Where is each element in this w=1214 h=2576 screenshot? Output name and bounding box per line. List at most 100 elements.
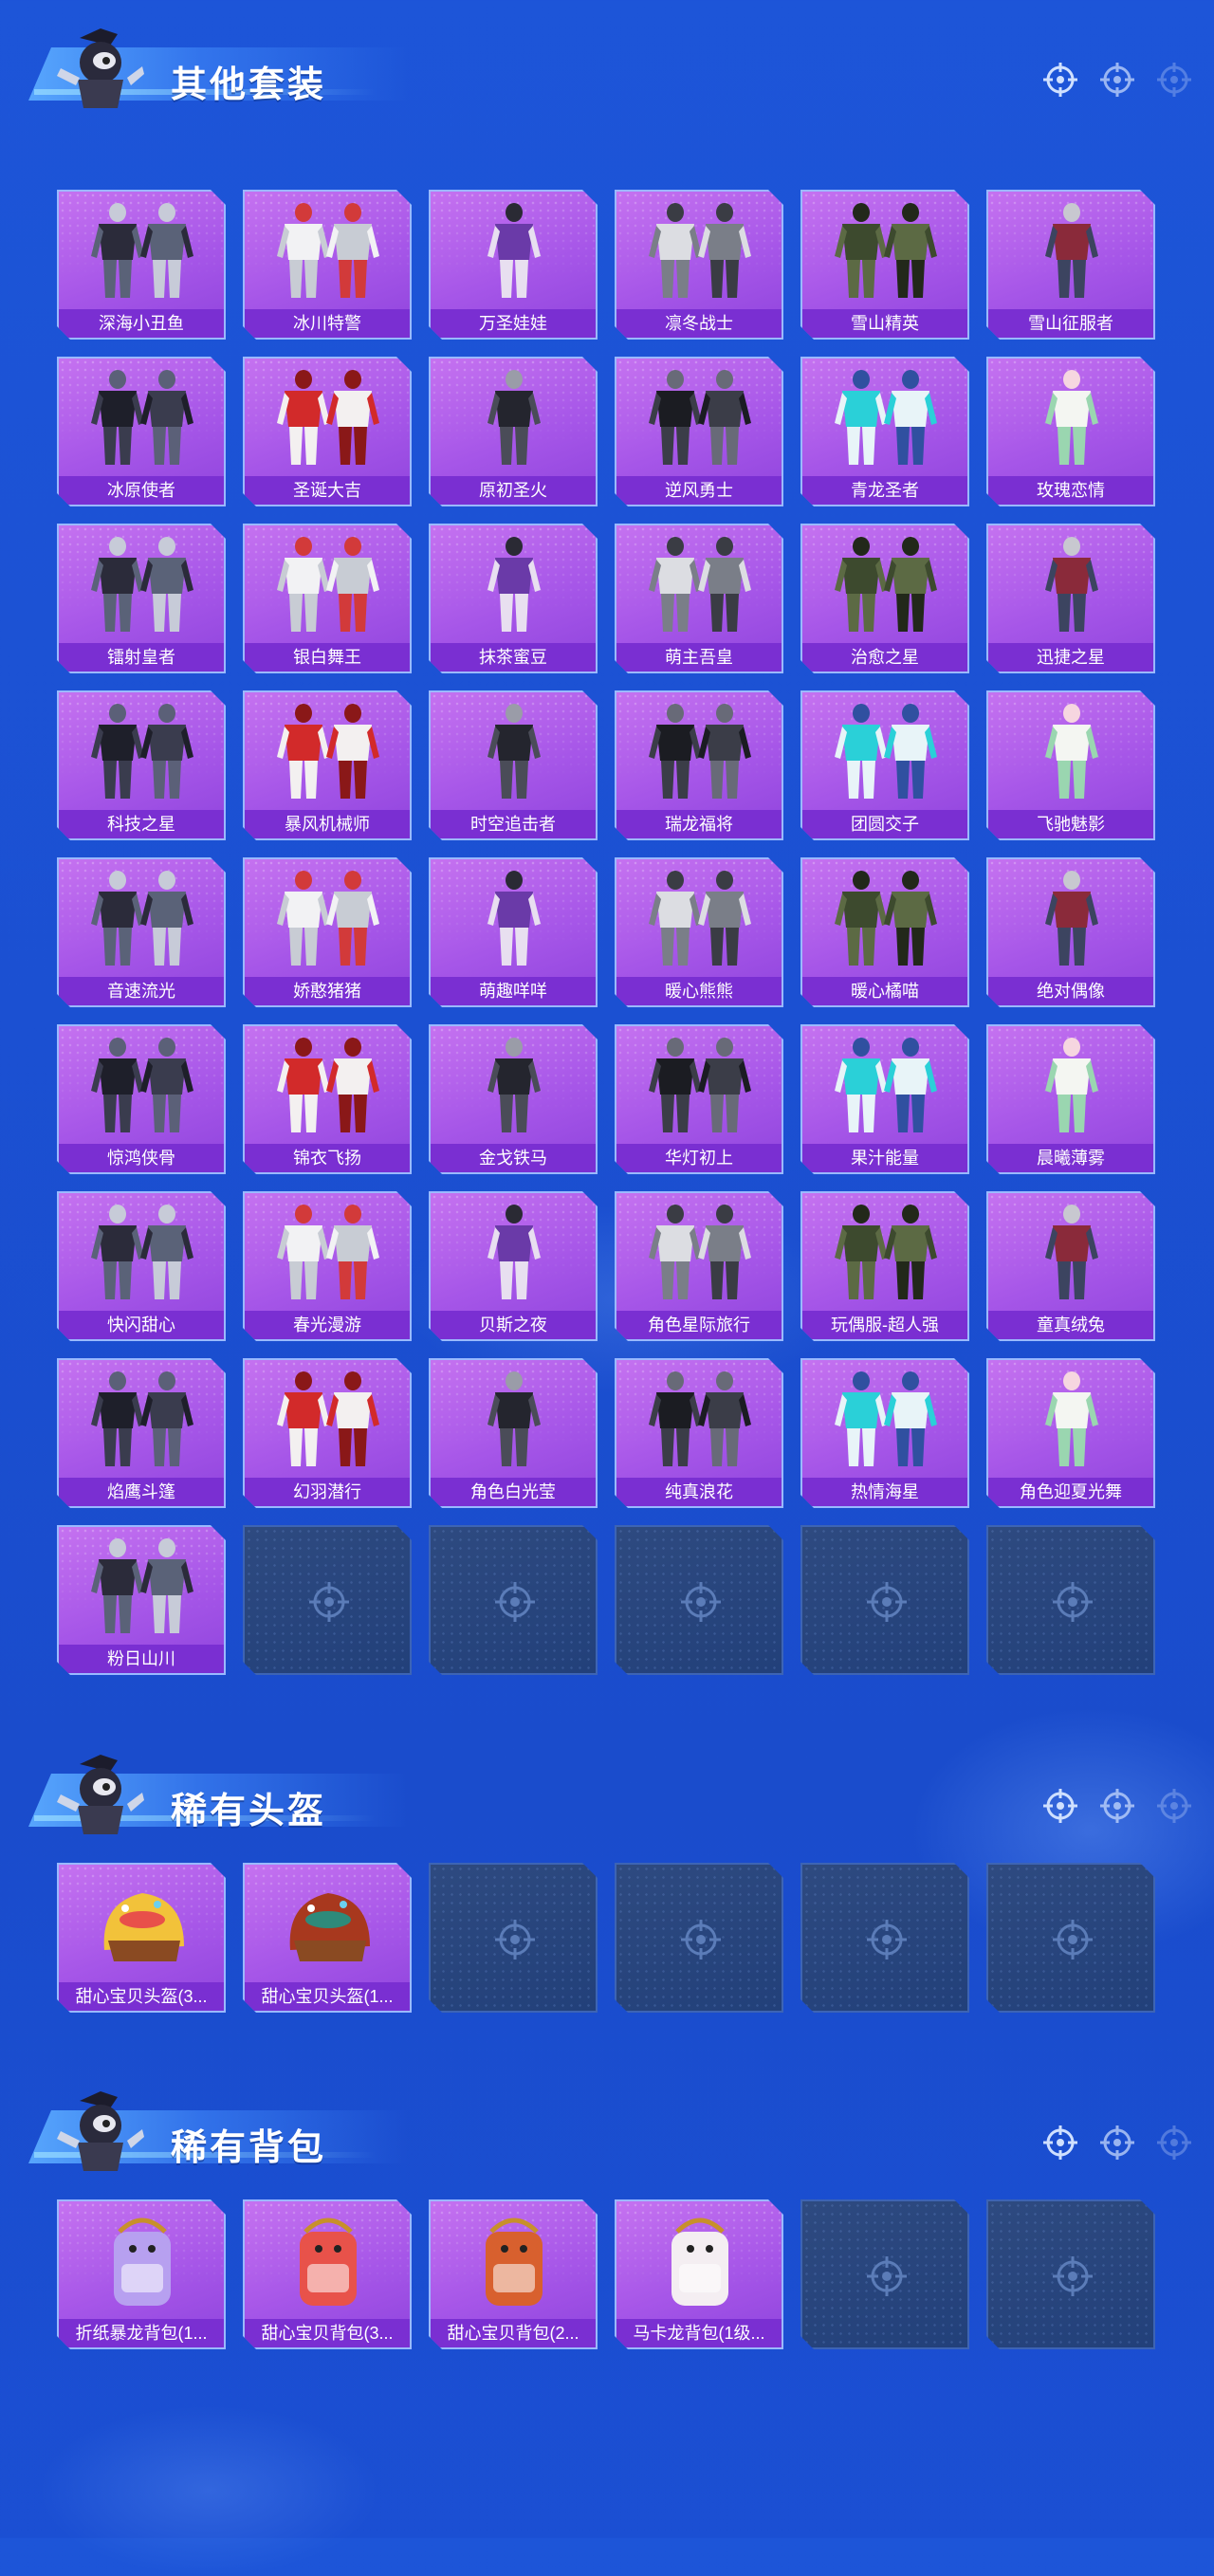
item-card[interactable]: 抹茶蜜豆	[429, 524, 598, 673]
item-card[interactable]: 科技之星	[57, 690, 226, 840]
item-card[interactable]: 甜心宝贝背包(3...	[243, 2199, 412, 2349]
section-outfits: 其他套装 深海小丑鱼 冰川特警 万圣娃娃 凛冬战士 雪山精英 雪山征服者 冰原使者 圣诞大吉原…	[0, 0, 1214, 104]
outfit-image	[59, 197, 226, 307]
item-card[interactable]: 萌趣咩咩	[429, 857, 598, 1007]
item-card[interactable]: 华灯初上	[615, 1024, 783, 1174]
outfit-image	[616, 197, 783, 307]
item-card[interactable]: 锦衣飞扬	[243, 1024, 412, 1174]
outfit-image	[616, 1199, 783, 1309]
outfit-image	[802, 698, 969, 808]
item-card[interactable]: 深海小丑鱼	[57, 190, 226, 340]
item-card[interactable]: 暴风机械师	[243, 690, 412, 840]
item-label: 晨曦薄雾	[988, 1144, 1153, 1172]
helmet-image	[245, 1870, 412, 1980]
empty-slot	[800, 1863, 969, 2013]
item-label: 镭射皇者	[59, 643, 224, 672]
item-card[interactable]: 镭射皇者	[57, 524, 226, 673]
item-card[interactable]: 原初圣火	[429, 357, 598, 506]
item-card[interactable]: 角色迎夏光舞	[986, 1358, 1155, 1508]
outfit-image	[802, 1199, 969, 1309]
item-card[interactable]: 冰原使者	[57, 357, 226, 506]
item-card[interactable]: 热情海星	[800, 1358, 969, 1508]
item-card[interactable]: 圣诞大吉	[243, 357, 412, 506]
crosshair-icon	[864, 1917, 910, 1962]
item-card[interactable]: 春光漫游	[243, 1191, 412, 1341]
item-card[interactable]: 银白舞王	[243, 524, 412, 673]
crosshair-decoration	[1041, 1787, 1193, 1825]
item-card[interactable]: 绝对偶像	[986, 857, 1155, 1007]
empty-slot	[615, 1525, 783, 1675]
item-card[interactable]: 马卡龙背包(1级...	[615, 2199, 783, 2349]
crosshair-icon	[492, 1579, 538, 1625]
item-card[interactable]: 粉日山川	[57, 1525, 226, 1675]
item-card[interactable]: 冰川特警	[243, 190, 412, 340]
item-card[interactable]: 玫瑰恋情	[986, 357, 1155, 506]
item-card[interactable]: 金戈铁马	[429, 1024, 598, 1174]
item-card[interactable]: 音速流光	[57, 857, 226, 1007]
helmet-image	[59, 1870, 226, 1980]
item-label: 萌趣咩咩	[431, 977, 596, 1005]
item-card[interactable]: 逆风勇士	[615, 357, 783, 506]
outfit-image	[245, 1199, 412, 1309]
item-card[interactable]: 玩偶服-超人强	[800, 1191, 969, 1341]
item-card[interactable]: 暖心橘喵	[800, 857, 969, 1007]
outfit-image	[59, 698, 226, 808]
item-card[interactable]: 雪山征服者	[986, 190, 1155, 340]
outfit-image	[616, 364, 783, 474]
crosshair-icon	[1100, 63, 1134, 97]
item-card[interactable]: 惊鸿侠骨	[57, 1024, 226, 1174]
section-backpacks: 稀有背包 折纸暴龙背包(1... 甜心宝贝背包(3... 甜心宝贝背包(2...…	[0, 2063, 1214, 2167]
item-label: 锦衣飞扬	[245, 1144, 410, 1172]
item-label: 音速流光	[59, 977, 224, 1005]
item-label: 科技之星	[59, 810, 224, 838]
item-card[interactable]: 甜心宝贝头盔(3...	[57, 1863, 226, 2013]
outfit-image	[802, 364, 969, 474]
backpack-image	[616, 2207, 783, 2317]
outfit-image	[988, 698, 1155, 808]
item-card[interactable]: 甜心宝贝头盔(1...	[243, 1863, 412, 2013]
item-card[interactable]: 甜心宝贝背包(2...	[429, 2199, 598, 2349]
section-title: 稀有头盔	[171, 1792, 327, 1831]
crosshair-icon	[1050, 1579, 1095, 1625]
outfit-image	[988, 1199, 1155, 1309]
item-card[interactable]: 角色白光莹	[429, 1358, 598, 1508]
outfit-image	[431, 865, 598, 975]
crosshair-icon	[1043, 1789, 1077, 1823]
item-card[interactable]: 娇憨猪猪	[243, 857, 412, 1007]
item-card[interactable]: 团圆交子	[800, 690, 969, 840]
item-card[interactable]: 瑞龙福将	[615, 690, 783, 840]
item-card[interactable]: 晨曦薄雾	[986, 1024, 1155, 1174]
item-card[interactable]: 幻羽潜行	[243, 1358, 412, 1508]
item-card[interactable]: 迅捷之星	[986, 524, 1155, 673]
item-card[interactable]: 贝斯之夜	[429, 1191, 598, 1341]
crosshair-icon	[678, 1579, 724, 1625]
item-label: 原初圣火	[431, 476, 596, 505]
item-card[interactable]: 童真绒兔	[986, 1191, 1155, 1341]
item-card[interactable]: 万圣娃娃	[429, 190, 598, 340]
item-label: 焰鹰斗篷	[59, 1478, 224, 1506]
item-card[interactable]: 萌主吾皇	[615, 524, 783, 673]
item-card[interactable]: 果汁能量	[800, 1024, 969, 1174]
item-card[interactable]: 飞驰魅影	[986, 690, 1155, 840]
empty-slot	[800, 2199, 969, 2349]
item-card[interactable]: 快闪甜心	[57, 1191, 226, 1341]
item-card[interactable]: 暖心熊熊	[615, 857, 783, 1007]
outfit-image	[245, 1366, 412, 1476]
outfit-image	[802, 197, 969, 307]
item-card[interactable]: 纯真浪花	[615, 1358, 783, 1508]
item-card[interactable]: 凛冬战士	[615, 190, 783, 340]
item-card[interactable]: 青龙圣者	[800, 357, 969, 506]
item-card[interactable]: 折纸暴龙背包(1...	[57, 2199, 226, 2349]
item-label: 迅捷之星	[988, 643, 1153, 672]
crosshair-icon	[1157, 63, 1191, 97]
item-label: 玩偶服-超人强	[802, 1311, 967, 1339]
crosshair-icon	[1043, 63, 1077, 97]
item-card[interactable]: 雪山精英	[800, 190, 969, 340]
outfit-image	[616, 698, 783, 808]
item-label: 甜心宝贝头盔(3...	[59, 1982, 224, 2011]
crosshair-icon	[1100, 2125, 1134, 2160]
item-card[interactable]: 治愈之星	[800, 524, 969, 673]
item-card[interactable]: 焰鹰斗篷	[57, 1358, 226, 1508]
item-card[interactable]: 角色星际旅行	[615, 1191, 783, 1341]
item-card[interactable]: 时空追击者	[429, 690, 598, 840]
